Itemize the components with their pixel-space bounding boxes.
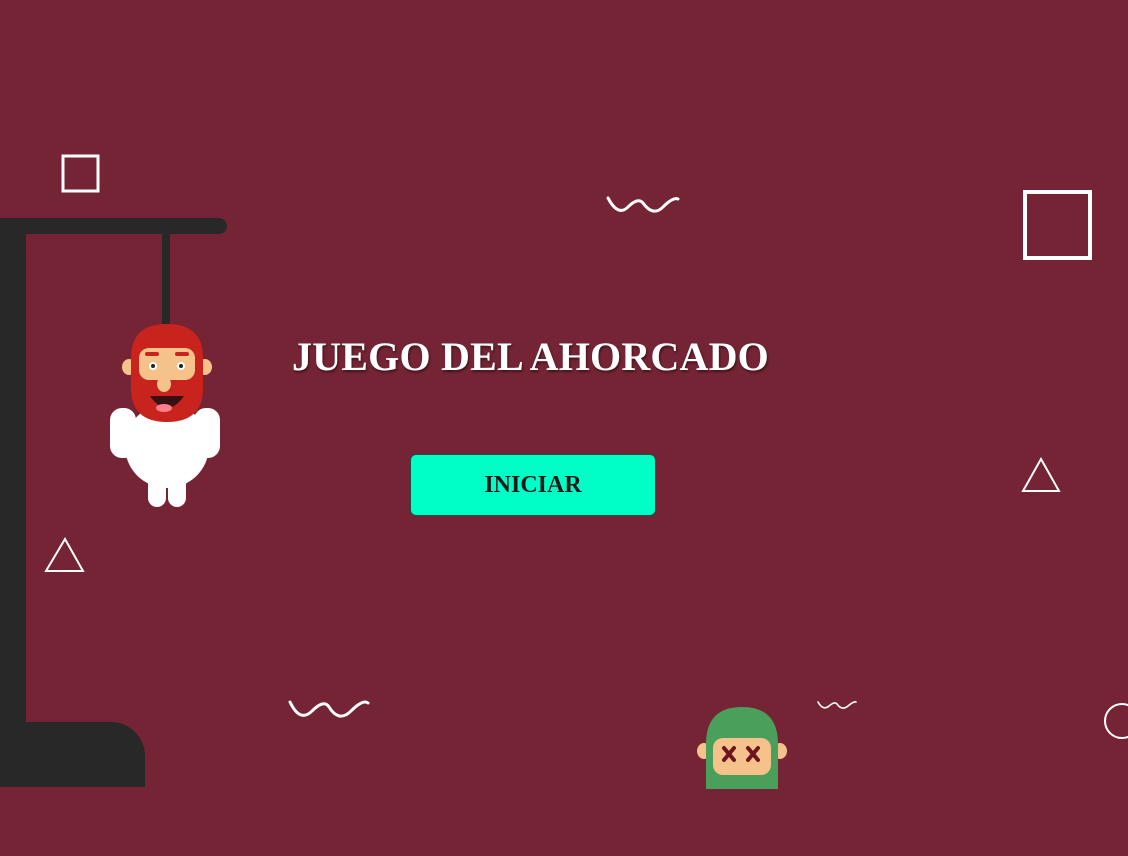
square-outline-icon: [1023, 190, 1092, 260]
gallows-beam: [0, 218, 227, 234]
start-button[interactable]: INICIAR: [410, 454, 656, 516]
hanged-character: [110, 324, 220, 507]
game-screen: JUEGO DEL AHORCADO INICIAR: [0, 0, 1128, 856]
circle-outline-icon: [1104, 703, 1128, 739]
square-outline-icon: [61, 154, 100, 193]
wave-icon: [817, 701, 857, 709]
game-title: JUEGO DEL AHORCADO: [292, 334, 769, 379]
gallows-base: [0, 722, 145, 787]
triangle-outline-icon: [1021, 456, 1061, 492]
gallows-post: [0, 218, 26, 787]
gallows-rope: [162, 232, 170, 330]
wave-icon: [288, 700, 370, 718]
green-character: [697, 707, 787, 789]
wave-icon: [606, 196, 680, 213]
triangle-outline-icon: [44, 537, 85, 572]
